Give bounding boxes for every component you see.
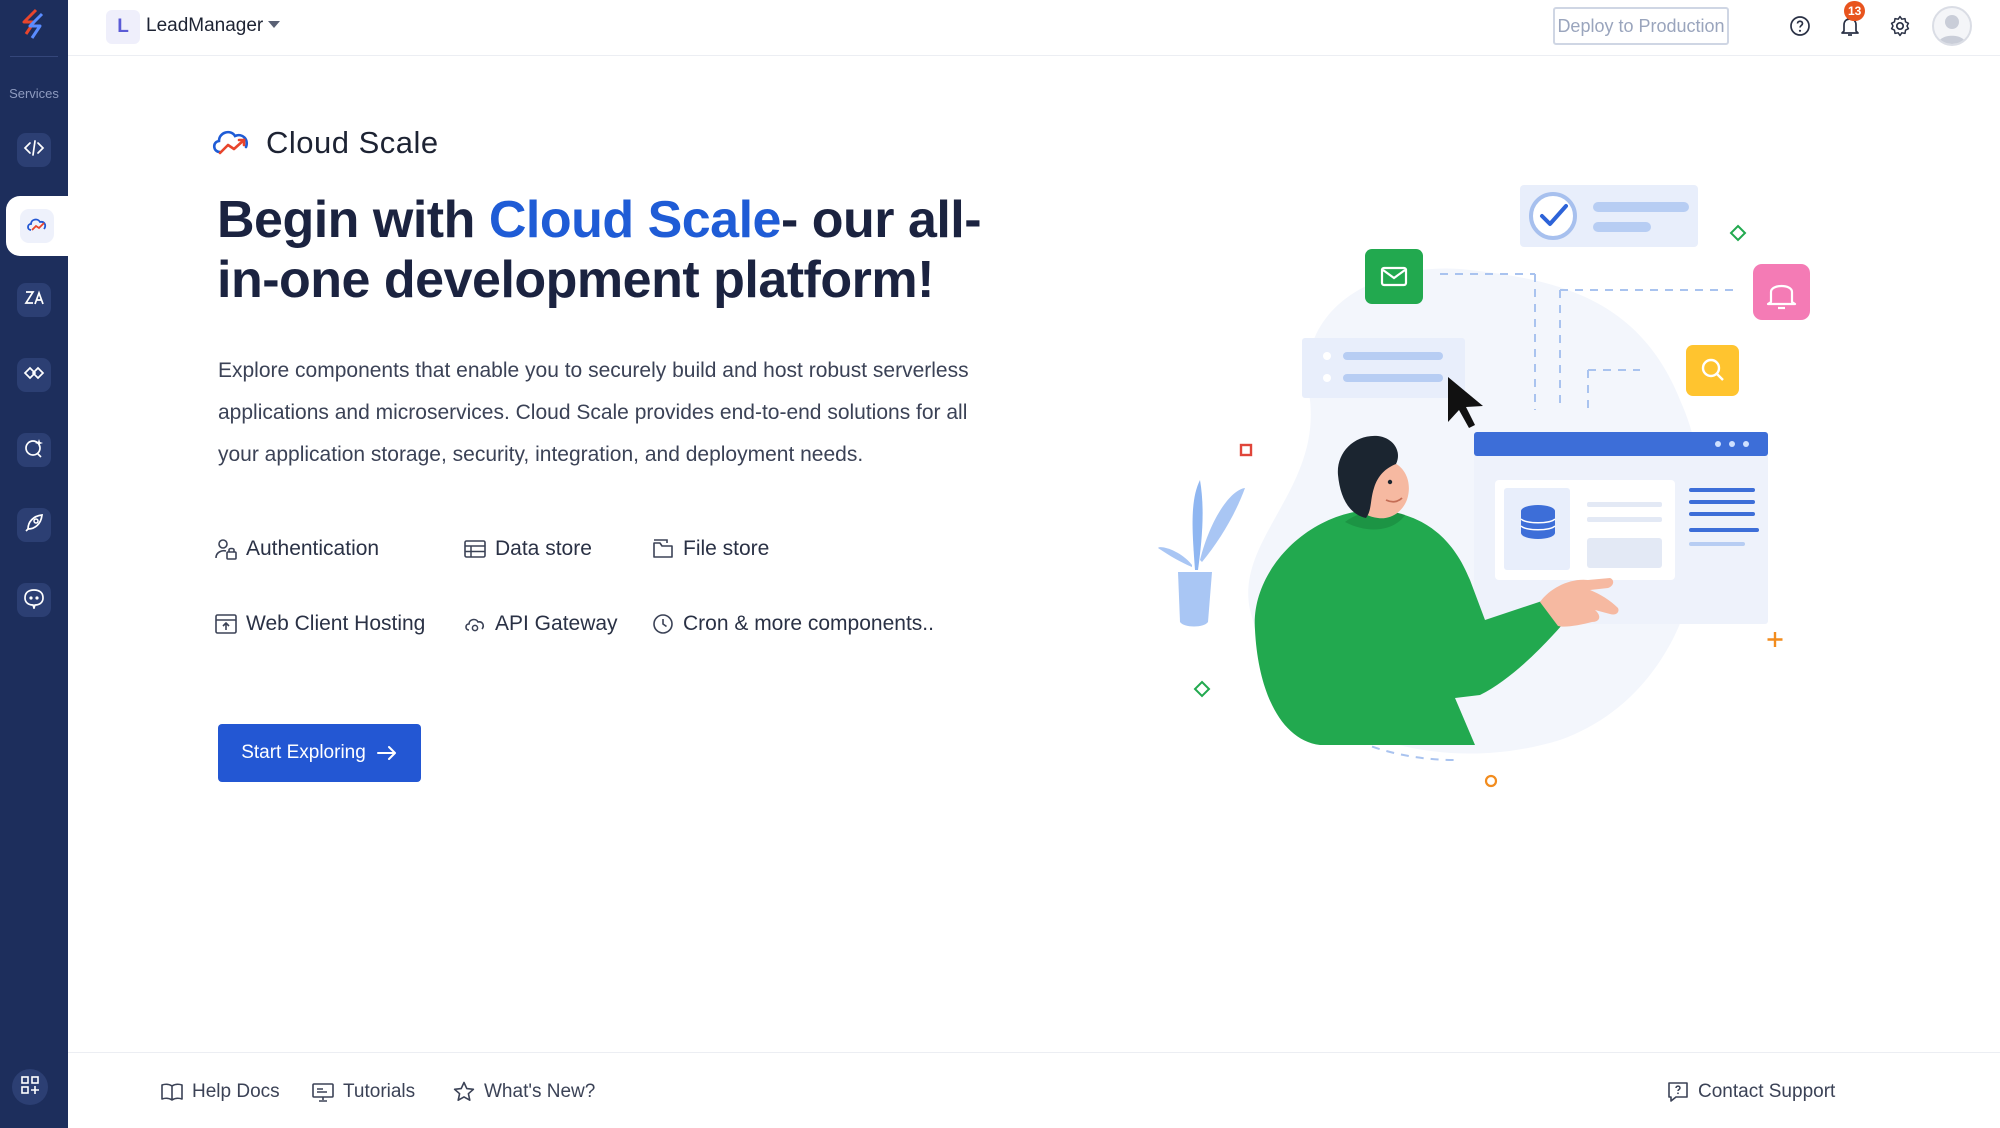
service-title: Cloud Scale (266, 125, 439, 160)
ai-sparkle-icon (23, 437, 45, 464)
service-header: Cloud Scale (210, 121, 439, 165)
feature-data-store: Data store (463, 532, 592, 566)
start-exploring-button[interactable]: Start Exploring (218, 724, 421, 782)
apps-grid-icon (20, 1075, 40, 1100)
cloud-gear-icon (463, 612, 487, 636)
arrow-right-icon (376, 745, 398, 761)
sidebar-item-ai[interactable] (8, 424, 60, 476)
presentation-icon (311, 1080, 335, 1104)
feature-label: Authentication (246, 537, 380, 560)
tutorials-label: Tutorials (343, 1081, 416, 1102)
feature-web-client-hosting: Web Client Hosting (214, 607, 425, 641)
tutorials-link[interactable]: Tutorials (311, 1077, 415, 1107)
rail-divider (10, 56, 58, 57)
hero-description: Explore components that enable you to se… (218, 359, 969, 466)
feature-cron: Cron & more components.. (651, 607, 934, 641)
sidebar-item-code[interactable] (8, 124, 60, 176)
project-avatar[interactable]: L (106, 10, 140, 44)
project-dropdown-chevron-icon[interactable] (268, 21, 280, 28)
sidebar-item-bot[interactable] (8, 574, 60, 626)
sidebar-item-connect[interactable] (8, 349, 60, 401)
apps-grid-button[interactable] (12, 1069, 48, 1105)
notification-count-badge: 13 (1844, 1, 1866, 21)
sidebar-item-cloud-scale[interactable] (6, 196, 68, 256)
hero-illustration (1158, 185, 1810, 788)
services-sidebar: Services (0, 0, 68, 1128)
footer-bar: Help Docs Tutorials What's New? Contact … (68, 1052, 2000, 1128)
feature-authentication: Authentication (214, 532, 379, 566)
whats-new-label: What's New? (484, 1081, 596, 1102)
feature-label: API Gateway (495, 612, 618, 635)
top-bar: L LeadManager Deploy to Production 13 (68, 0, 2000, 56)
start-exploring-label: Start Exploring (241, 742, 366, 763)
hero-heading-lead: Begin with (217, 191, 489, 249)
support-chat-icon (1666, 1080, 1690, 1104)
hero-heading: Begin with Cloud Scale- our all-in-one d… (217, 190, 1017, 310)
contact-support-link[interactable]: Contact Support (1666, 1077, 1835, 1107)
feature-api-gateway: API Gateway (463, 607, 618, 641)
cloud-scale-icon (25, 213, 49, 240)
clock-icon (651, 612, 675, 636)
hero-heading-highlight: Cloud Scale (488, 191, 782, 249)
feature-label: File store (683, 537, 770, 560)
catalyst-logo-icon[interactable] (16, 6, 52, 42)
help-docs-label: Help Docs (192, 1081, 280, 1102)
project-switcher-name[interactable]: LeadManager (146, 15, 263, 37)
help-icon[interactable] (1786, 12, 1814, 40)
table-icon (463, 537, 487, 561)
user-avatar[interactable] (1932, 6, 1972, 46)
sidebar-item-deploy[interactable] (8, 499, 60, 551)
connect-icon (23, 362, 45, 389)
user-lock-icon (214, 537, 238, 561)
cloud-scale-logo-icon (210, 122, 254, 165)
book-icon (160, 1080, 184, 1104)
feature-label: Data store (495, 537, 592, 560)
upload-window-icon (214, 612, 238, 636)
star-icon (452, 1080, 476, 1104)
bot-icon (23, 587, 45, 614)
help-docs-link[interactable]: Help Docs (160, 1077, 280, 1107)
code-icon (23, 137, 45, 164)
deploy-to-production-button[interactable]: Deploy to Production (1553, 7, 1729, 45)
contact-support-label: Contact Support (1698, 1081, 1836, 1102)
folder-icon (651, 537, 675, 561)
integrations-icon (23, 287, 45, 314)
feature-label: Cron & more components.. (683, 612, 934, 635)
feature-file-store: File store (651, 532, 769, 566)
settings-gear-icon[interactable] (1886, 12, 1914, 40)
rocket-icon (23, 512, 45, 539)
services-label: Services (9, 86, 59, 101)
sidebar-item-integrations[interactable] (8, 274, 60, 326)
feature-label: Web Client Hosting (246, 612, 426, 635)
whats-new-link[interactable]: What's New? (452, 1077, 595, 1107)
